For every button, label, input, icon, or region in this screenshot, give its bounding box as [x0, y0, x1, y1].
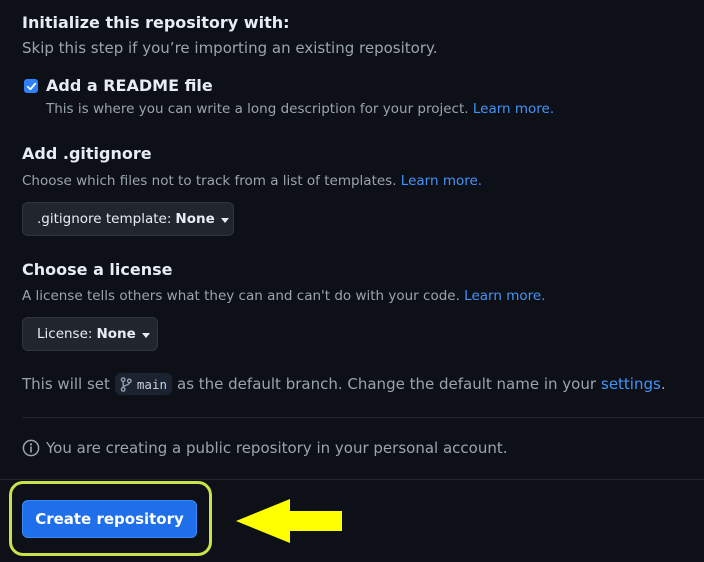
license-learn-more-link[interactable]: Learn more. [464, 288, 545, 304]
caret-down-icon [141, 332, 150, 338]
readme-description-text: This is where you can write a long descr… [46, 101, 469, 117]
init-section-subtitle: Skip this step if you’re importing an ex… [22, 39, 438, 57]
branch-notice-suffix: as the default branch. Change the defaul… [177, 375, 596, 393]
settings-link[interactable]: settings [601, 375, 661, 393]
license-dropdown-label: License: [37, 326, 93, 342]
license-dropdown[interactable]: License: None [22, 317, 158, 351]
branch-chip: main [114, 373, 172, 395]
git-branch-icon [120, 376, 132, 392]
divider [22, 417, 704, 418]
checkmark-icon [26, 82, 36, 90]
create-repository-button[interactable]: Create repository [22, 500, 197, 538]
gitignore-learn-more-link[interactable]: Learn more. [401, 173, 482, 189]
branch-notice-prefix: This will set [22, 375, 110, 393]
readme-learn-more-link[interactable]: Learn more. [473, 101, 554, 117]
license-description: A license tells others what they can and… [22, 288, 545, 304]
repository-init-panel: Initialize this repository with: Skip th… [0, 0, 704, 562]
gitignore-template-dropdown[interactable]: .gitignore template: None [22, 202, 234, 236]
readme-checkbox[interactable] [24, 79, 38, 93]
init-section-title: Initialize this repository with: [22, 13, 290, 32]
license-dropdown-value: None [96, 326, 136, 342]
license-description-text: A license tells others what they can and… [22, 288, 460, 304]
default-branch-notice: This will set main as the default branch… [22, 373, 666, 395]
gitignore-description: Choose which files not to track from a l… [22, 173, 482, 189]
divider [0, 479, 704, 480]
branch-name: main [136, 376, 167, 392]
license-title: Choose a license [22, 260, 173, 279]
readme-description: This is where you can write a long descr… [46, 101, 554, 117]
pointer-arrow-icon [236, 499, 342, 543]
gitignore-dropdown-value: None [175, 211, 215, 227]
branch-notice-end: . [660, 375, 666, 393]
gitignore-description-text: Choose which files not to track from a l… [22, 173, 397, 189]
info-icon [22, 439, 40, 457]
gitignore-dropdown-label: .gitignore template: [37, 211, 172, 227]
caret-down-icon [220, 217, 229, 223]
visibility-notice-text: You are creating a public repository in … [46, 439, 508, 457]
readme-label[interactable]: Add a README file [46, 76, 213, 95]
gitignore-title: Add .gitignore [22, 144, 152, 163]
visibility-notice: You are creating a public repository in … [22, 439, 507, 457]
